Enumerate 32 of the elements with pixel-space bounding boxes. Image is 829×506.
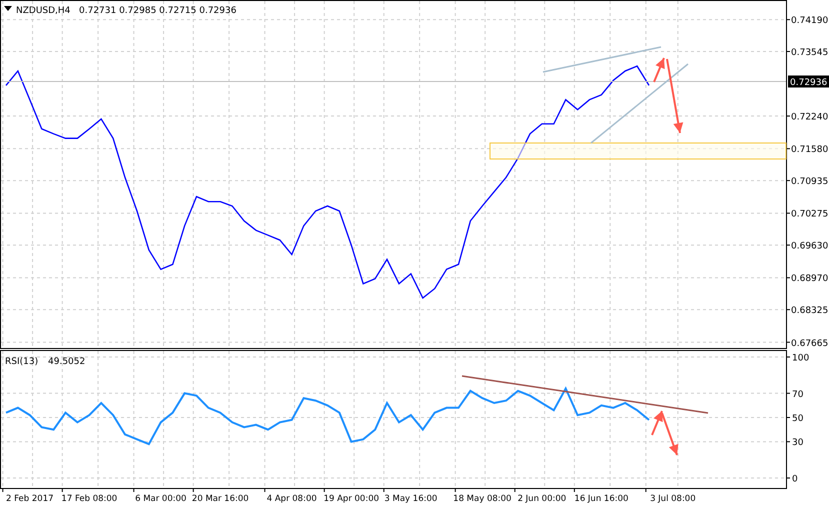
rsi-axis-label: 70 [792, 390, 804, 400]
price-axis-label: 0.68970 [791, 274, 828, 284]
price-axis-label: 0.71580 [791, 145, 828, 156]
date-axis-label: 3 Jul 08:00 [650, 494, 696, 504]
rsi-axis-label: 100 [792, 354, 810, 364]
price-axis-label: 0.67665 [791, 338, 828, 349]
current-price-tag: 0.72936 [788, 76, 829, 88]
price-axis-label: 0.70275 [791, 210, 828, 220]
price-axis-label: 0.72240 [791, 112, 828, 123]
price-axis-label: 0.70935 [791, 177, 828, 188]
date-axis-label: 4 Apr 08:00 [266, 494, 317, 504]
date-axis-label: 18 May 08:00 [453, 494, 512, 504]
date-axis-label: 2 Jun 00:00 [518, 494, 566, 504]
dropdown-triangle-icon[interactable] [4, 6, 12, 11]
date-axis-label: 2 Feb 2017 [6, 494, 54, 504]
price-axis-label: 0.74190 [791, 16, 828, 26]
rsi-axis-label: 50 [792, 414, 804, 424]
date-axis-label: 20 Mar 16:00 [192, 494, 249, 504]
date-axis-label: 16 Jun 16:00 [574, 494, 628, 504]
date-axis-label: 19 Apr 00:00 [324, 494, 380, 504]
ohlc-values: 0.72731 0.72985 0.72715 0.72936 [79, 6, 236, 16]
rsi-axis-label: 30 [792, 438, 804, 448]
indicator-name: RSI(13) [5, 357, 38, 367]
indicator-value: 49.5052 [48, 357, 86, 367]
date-axis-label: 3 May 16:00 [384, 494, 438, 504]
price-axis-label: 0.69630 [791, 242, 828, 252]
symbol-title: NZDUSD,H4 [16, 6, 70, 16]
date-axis-label: 17 Feb 08:00 [61, 494, 118, 504]
date-axis-label: 6 Mar 00:00 [135, 494, 186, 504]
price-axis-label: 0.73545 [791, 48, 828, 58]
rsi-axis-label: 0 [792, 474, 798, 484]
price-axis-label: 0.68325 [791, 306, 828, 316]
